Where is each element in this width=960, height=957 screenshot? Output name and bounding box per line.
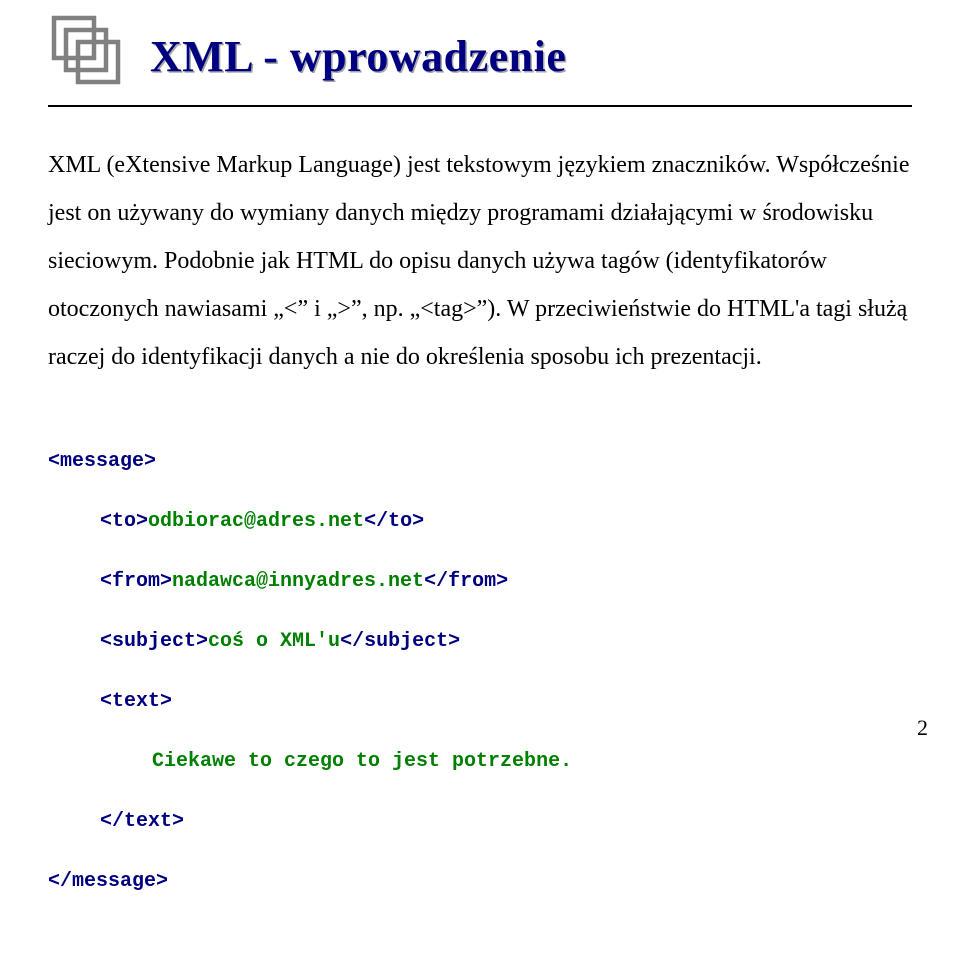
page-number: 2 <box>917 715 928 741</box>
code-tag: </from> <box>424 570 508 593</box>
code-example: <message> <to>odbiorac@adres.net</to> <f… <box>48 417 912 957</box>
code-text: coś o XML'u <box>208 630 340 653</box>
code-tag: </text> <box>100 810 184 833</box>
code-tag: <subject> <box>100 630 208 653</box>
code-tag: <text> <box>100 690 172 713</box>
code-tag: </to> <box>364 510 424 533</box>
code-tag: <to> <box>100 510 148 533</box>
code-text: Ciekawe to czego to jest potrzebne. <box>152 750 572 773</box>
body-paragraph: XML (eXtensive Markup Language) jest tek… <box>48 141 912 381</box>
code-tag: <from> <box>100 570 172 593</box>
code-tag: </message> <box>48 870 168 893</box>
title-underline <box>48 105 912 107</box>
code-tag: </subject> <box>340 630 460 653</box>
logo-icon <box>48 12 126 95</box>
code-text: odbiorac@adres.net <box>148 510 364 533</box>
slide-title: XML - wprowadzenie <box>150 31 566 82</box>
code-tag: <message> <box>48 450 156 473</box>
code-text: nadawca@innyadres.net <box>172 570 424 593</box>
